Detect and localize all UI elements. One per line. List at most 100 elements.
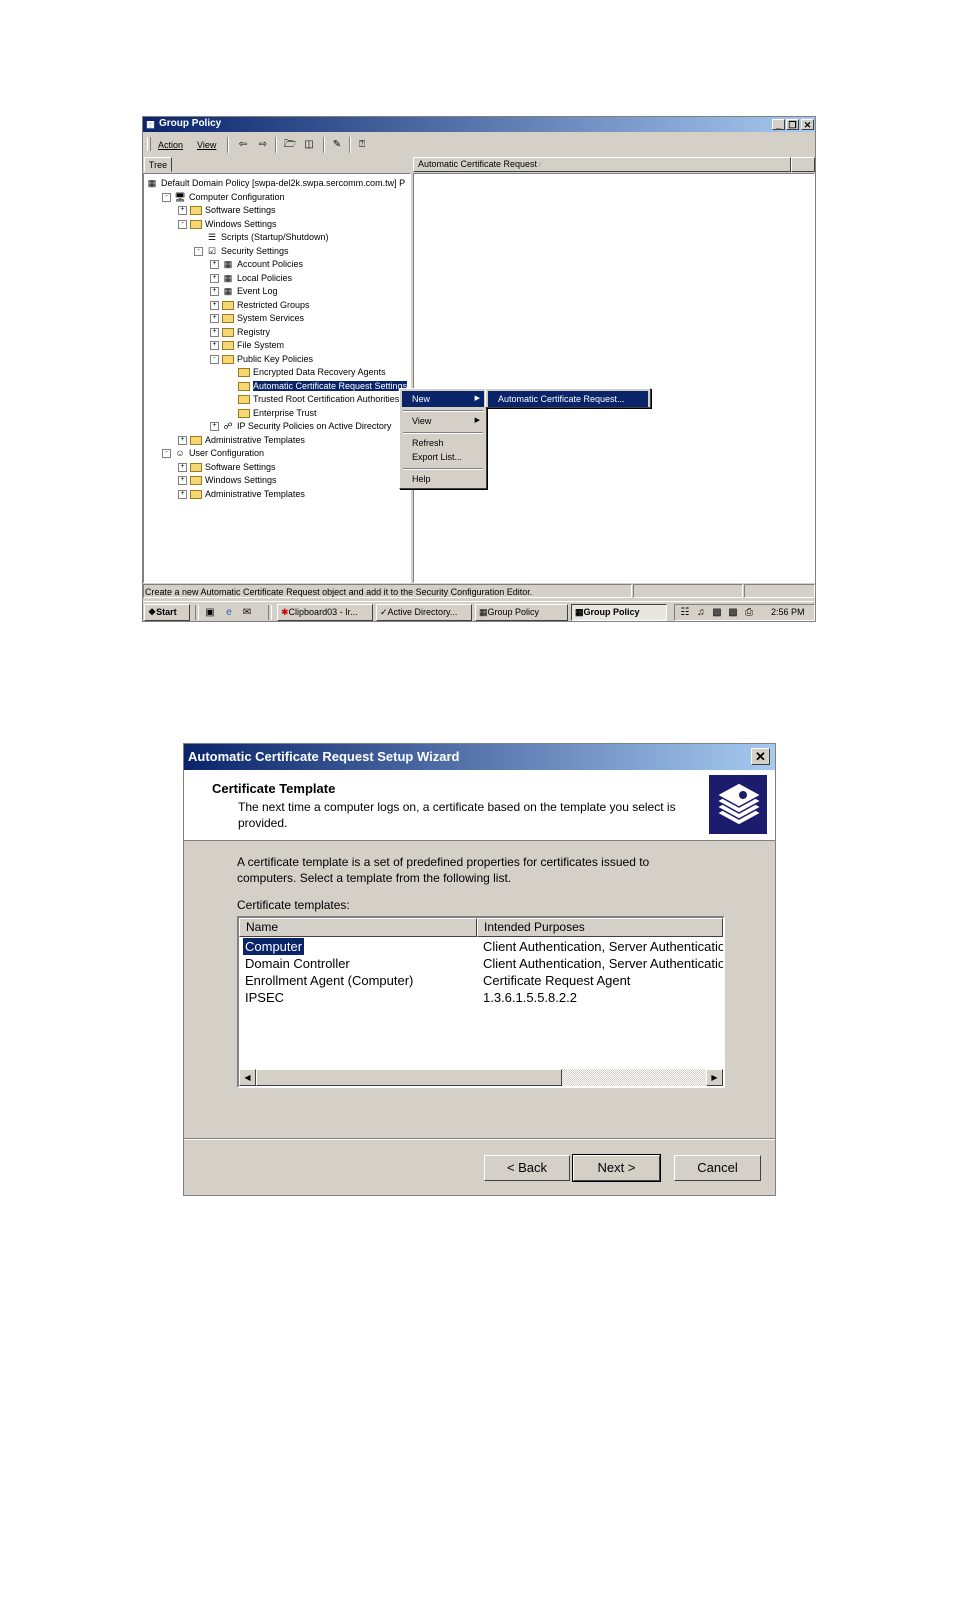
tree-node[interactable]: + Software Settings [178,461,276,474]
back-arrow-icon[interactable]: ⇦ [235,138,251,152]
tray-app-icon-2[interactable]: ▩ [725,606,741,620]
expand-icon[interactable]: + [178,435,187,445]
list-item[interactable]: Domain Controller Client Authentication, … [239,955,723,972]
start-button[interactable]: ❖Start [144,604,190,621]
wizard-body-text: A certificate template is a set of prede… [237,854,649,886]
wizard-title-bar[interactable]: Automatic Certificate Request Setup Wiza… [184,744,775,770]
submenu-automatic-certificate-request[interactable]: Automatic Certificate Request... [488,391,648,407]
tree-node[interactable]: + ☍ IP Security Policies on Active Directo… [210,420,391,433]
tree-node[interactable]: + Administrative Templates [178,434,305,447]
list-item[interactable]: IPSEC 1.3.6.1.5.5.8.2.2 [239,989,723,1006]
details-pane[interactable] [413,173,815,583]
tree-node[interactable]: - ☺ User Configuration [162,447,264,460]
tree-pane[interactable]: ▦ Default Domain Policy [swpa-del2k.swpa.… [143,173,411,583]
column-header-intended-purposes[interactable]: Intended Purposes [477,918,723,937]
menu-view[interactable]: View [197,140,216,150]
collapse-icon[interactable]: - [210,354,219,364]
list-item[interactable]: Computer Client Authentication, Server Au… [239,938,723,955]
tree-node[interactable]: + File System [210,339,284,352]
taskbar-button-clipboard[interactable]: ✱Clipboard03 - Ir... [277,604,373,621]
list-item[interactable]: Enrollment Agent (Computer) Certificate R… [239,972,723,989]
back-button[interactable]: < Back [484,1155,570,1181]
internet-explorer-icon[interactable]: e [221,606,237,620]
tree-node[interactable]: + ▦ Event Log [210,285,278,298]
expand-icon[interactable]: + [178,206,187,216]
up-folder-icon[interactable]: 🗁 [282,138,298,152]
next-button[interactable]: Next > [572,1154,661,1182]
tab-tree[interactable]: Tree [144,157,172,172]
menu-action[interactable]: Action [158,140,183,150]
tree-node[interactable]: - 🖥 Computer Configuration [162,191,285,204]
expand-icon[interactable]: + [210,314,219,324]
expand-icon[interactable]: + [210,260,219,270]
restore-icon[interactable]: ❐ [786,119,799,130]
tree-node[interactable]: - Windows Settings [178,218,277,231]
tree-node[interactable]: Automatic Certificate Request Settings [226,379,409,393]
outlook-icon[interactable]: ✉ [239,606,255,620]
tree-node[interactable]: ☰ Scripts (Startup/Shutdown) [194,231,329,244]
tree-node[interactable]: + Administrative Templates [178,488,305,501]
tree-node[interactable]: + Registry [210,326,270,339]
cancel-button[interactable]: Cancel [674,1155,761,1181]
tree-view: ▦ Default Domain Policy [swpa-del2k.swpa.… [144,174,410,582]
tree-node[interactable]: + ▦ Account Policies [210,258,303,271]
collapse-icon[interactable]: - [178,219,187,229]
show-desktop-icon[interactable]: ▣ [202,606,218,620]
collapse-icon[interactable]: - [194,246,203,256]
template-purposes: 1.3.6.1.5.5.8.2.2 [483,990,577,1005]
clock[interactable]: 2:56 PM [771,607,805,617]
expand-icon[interactable]: + [210,300,219,310]
help-icon[interactable]: ⍰ [354,138,370,152]
volume-icon[interactable]: ♫ [693,606,709,620]
printer-icon[interactable]: ⎙ [741,606,757,620]
expand-icon[interactable]: + [178,476,187,486]
list-horizontal-scrollbar[interactable]: ◀ ▶ [239,1069,723,1086]
close-icon[interactable]: ✕ [801,119,814,130]
taskbar-button-active-directory[interactable]: ✓Active Directory... [376,604,472,621]
tree-node[interactable]: ▦ Default Domain Policy [swpa-del2k.swpa.… [146,177,405,190]
tree-node[interactable]: + Windows Settings [178,474,277,487]
collapse-icon[interactable]: - [162,449,171,459]
scroll-left-icon[interactable]: ◀ [239,1069,256,1086]
title-bar[interactable]: ▦ Group Policy _ ❐ ✕ [143,117,815,132]
context-menu-export-list[interactable]: Export List... [402,449,484,465]
tree-node-label: Security Settings [221,245,289,256]
expand-icon[interactable]: + [210,341,219,351]
context-menu-help[interactable]: Help [402,471,484,487]
tree-node[interactable]: Trusted Root Certification Authorities [226,393,399,406]
expand-icon[interactable]: + [210,422,219,432]
expand-icon[interactable]: + [210,327,219,337]
tray-app-icon[interactable]: ▩ [709,606,725,620]
show-tree-icon[interactable]: ◫ [301,138,317,152]
collapse-icon[interactable]: - [162,192,171,202]
column-header-blank[interactable] [791,157,815,172]
taskbar-button-group-policy-1[interactable]: ▦Group Policy [475,604,568,621]
expand-icon[interactable]: + [210,273,219,283]
expand-icon[interactable]: + [178,462,187,472]
close-icon[interactable]: ✕ [751,748,770,765]
tree-node[interactable]: + Software Settings [178,204,276,217]
forward-arrow-icon[interactable]: ⇨ [255,138,271,152]
expand-icon[interactable]: + [210,287,219,297]
network-icon[interactable]: ☷ [677,606,693,620]
taskbar-button-group-policy-2[interactable]: ▦Group Policy [571,604,667,621]
tree-node[interactable]: + System Services [210,312,304,325]
column-header-automatic-certificate-request[interactable]: Automatic Certificate Request ⁄ [413,157,791,172]
tree-node[interactable]: - Public Key Policies [210,353,313,366]
export-list-icon[interactable]: ✎ [329,138,345,152]
context-menu-new[interactable]: New ▶ [402,391,484,407]
tree-node[interactable]: Encrypted Data Recovery Agents [226,366,386,379]
column-header-name[interactable]: Name [239,918,477,937]
status-panel-2 [633,584,743,598]
tree-node[interactable]: - ☑ Security Settings [194,245,289,258]
certificate-templates-list[interactable]: Name Intended Purposes Computer Client Au… [237,916,725,1088]
scroll-thumb[interactable] [256,1069,562,1086]
tree-node[interactable]: Enterprise Trust [226,407,317,420]
toolbar-separator [227,137,229,153]
tree-node[interactable]: + Restricted Groups [210,299,310,312]
expand-icon[interactable]: + [178,489,187,499]
minimize-icon[interactable]: _ [772,119,785,130]
context-menu-view[interactable]: View ▶ [402,413,484,429]
scroll-right-icon[interactable]: ▶ [706,1069,723,1086]
tree-node[interactable]: + ▦ Local Policies [210,272,292,285]
